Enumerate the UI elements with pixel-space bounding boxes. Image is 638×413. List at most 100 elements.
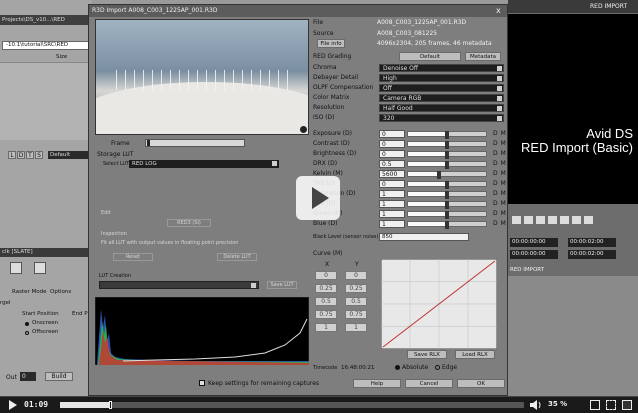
slider-track[interactable] [407, 131, 487, 139]
default-button[interactable]: Default [399, 52, 461, 61]
toolbar-letter-l[interactable]: L [8, 151, 16, 159]
offscreen-radio[interactable] [25, 331, 29, 335]
slider-dm-buttons[interactable]: DM [493, 170, 509, 177]
curve-point-cell[interactable]: 0 [345, 271, 367, 280]
chroma-dropdown[interactable]: Denoise Off [379, 64, 504, 72]
ok-button[interactable]: OK [457, 379, 505, 388]
panel-icon-b[interactable] [34, 262, 46, 274]
default-field[interactable]: Default [48, 151, 88, 159]
slider-dm-buttons[interactable]: DM [493, 200, 509, 207]
toolbar-letter-t[interactable]: T [26, 151, 34, 159]
curve-point-cell[interactable]: 0.75 [345, 310, 367, 319]
curve-graph[interactable] [381, 259, 497, 349]
slider-dm-buttons[interactable]: DM [493, 210, 509, 217]
slider-thumb[interactable] [445, 131, 449, 139]
slider-thumb[interactable] [445, 161, 449, 169]
curve-point-cell[interactable]: 0.75 [315, 310, 337, 319]
project-tab[interactable]: Projects\DS_v10...\RED [0, 15, 92, 25]
slider-thumb[interactable] [445, 221, 449, 229]
slider-track[interactable] [407, 161, 487, 169]
help-button[interactable]: Help [353, 379, 401, 388]
slider-value-field[interactable]: 1 [379, 190, 405, 198]
slider-thumb[interactable] [445, 201, 449, 209]
video-play-overlay[interactable] [296, 176, 340, 220]
slider-value-field[interactable]: 0 [379, 150, 405, 158]
timecode-3[interactable]: 00:00:00:00 [510, 250, 558, 259]
frame-slider[interactable] [145, 139, 245, 147]
slider-thumb[interactable] [437, 171, 442, 179]
slider-dm-buttons[interactable]: DM [493, 180, 509, 187]
iso-dropdown[interactable]: 320 [379, 114, 504, 122]
slider-track[interactable] [407, 141, 487, 149]
slider-thumb[interactable] [445, 191, 449, 199]
curve-point-cell[interactable]: 0.25 [345, 284, 367, 293]
timecode-1[interactable]: 00:00:00:00 [510, 238, 558, 247]
color-matrix-dropdown[interactable]: Camera RGB [379, 94, 504, 102]
lut-creation-dropdown[interactable] [99, 281, 259, 289]
timecode-2[interactable]: 00:00:02:00 [568, 238, 616, 247]
resolution-dropdown[interactable]: Half Good [379, 104, 504, 112]
info-icon[interactable] [300, 126, 307, 133]
onscreen-radio[interactable] [25, 322, 29, 326]
slider-dm-buttons[interactable]: DM [493, 190, 509, 197]
build-button[interactable]: Build [45, 372, 73, 381]
olpf-dropdown[interactable]: Off [379, 84, 504, 92]
slider-thumb[interactable] [445, 211, 449, 219]
slider-value-field[interactable]: 0 [379, 140, 405, 148]
keep-settings-checkbox[interactable] [199, 380, 205, 386]
player-play-icon[interactable] [8, 400, 18, 410]
slider-track[interactable] [407, 201, 487, 209]
curve-point-cell[interactable]: 0.5 [315, 297, 337, 306]
toolbar-letter-s[interactable]: S [35, 151, 43, 159]
slider-thumb[interactable] [445, 181, 449, 189]
slider-value-field[interactable]: 1 [379, 220, 405, 228]
file-info-button[interactable]: File info [317, 39, 345, 48]
curve-point-cell[interactable]: 0.25 [315, 284, 337, 293]
transport-play-icon[interactable] [536, 216, 545, 224]
slider-dm-buttons[interactable]: DM [493, 150, 509, 157]
slider-dm-buttons[interactable]: DM [493, 140, 509, 147]
transport-loop-icon[interactable] [572, 216, 581, 224]
toolbar-letter-d[interactable]: D [17, 151, 25, 159]
slider-value-field[interactable]: 1 [379, 200, 405, 208]
select-lut-dropdown[interactable]: RED LOG [129, 160, 279, 168]
edge-radio[interactable] [435, 365, 440, 370]
black-level-field[interactable]: 850 [379, 233, 469, 241]
timecode-4[interactable]: 00:00:02:00 [568, 250, 616, 259]
path-field[interactable]: -10.1\tutorial\SRC\RED [2, 41, 90, 50]
raster-mode-tab[interactable]: Raster Mode [12, 289, 46, 295]
close-icon[interactable]: x [496, 6, 501, 15]
slider-thumb[interactable] [445, 151, 449, 159]
cancel-button[interactable]: Cancel [405, 379, 453, 388]
slider-value-field[interactable]: 0 [379, 130, 405, 138]
slider-dm-buttons[interactable]: DM [493, 160, 509, 167]
curve-point-cell[interactable]: 1 [345, 323, 367, 332]
slider-value-field[interactable]: 1 [379, 210, 405, 218]
transport-forward-icon[interactable] [560, 216, 569, 224]
seek-bar-thumb[interactable] [109, 401, 113, 409]
slider-track[interactable] [407, 181, 487, 189]
options-tab[interactable]: Options [50, 289, 71, 295]
panel-icon-a[interactable] [10, 262, 22, 274]
curve-point-cell[interactable]: 0.5 [345, 297, 367, 306]
slider-dm-buttons[interactable]: DM [493, 130, 509, 137]
fullscreen-icon[interactable] [606, 400, 616, 410]
frame-slider-thumb[interactable] [147, 140, 150, 146]
curve-point-cell[interactable]: 0 [315, 271, 337, 280]
metadata-button[interactable]: Metadata [465, 52, 501, 61]
absolute-radio[interactable] [395, 365, 400, 370]
slider-track[interactable] [407, 171, 487, 179]
slider-track[interactable] [407, 151, 487, 159]
slider-track[interactable] [407, 221, 487, 229]
slider-track[interactable] [407, 191, 487, 199]
slider-value-field[interactable]: 5600 [379, 170, 405, 178]
transport-next-icon[interactable] [548, 216, 557, 224]
out-field[interactable]: 0 [20, 372, 36, 381]
curve-point-cell[interactable]: 1 [315, 323, 337, 332]
volume-icon[interactable] [530, 400, 542, 410]
slider-dm-buttons[interactable]: DM [493, 220, 509, 227]
debayer-dropdown[interactable]: High [379, 74, 504, 82]
slider-value-field[interactable]: 0.5 [379, 160, 405, 168]
seek-bar[interactable] [60, 401, 524, 409]
save-rlx-button[interactable]: Save RLX [407, 350, 447, 359]
